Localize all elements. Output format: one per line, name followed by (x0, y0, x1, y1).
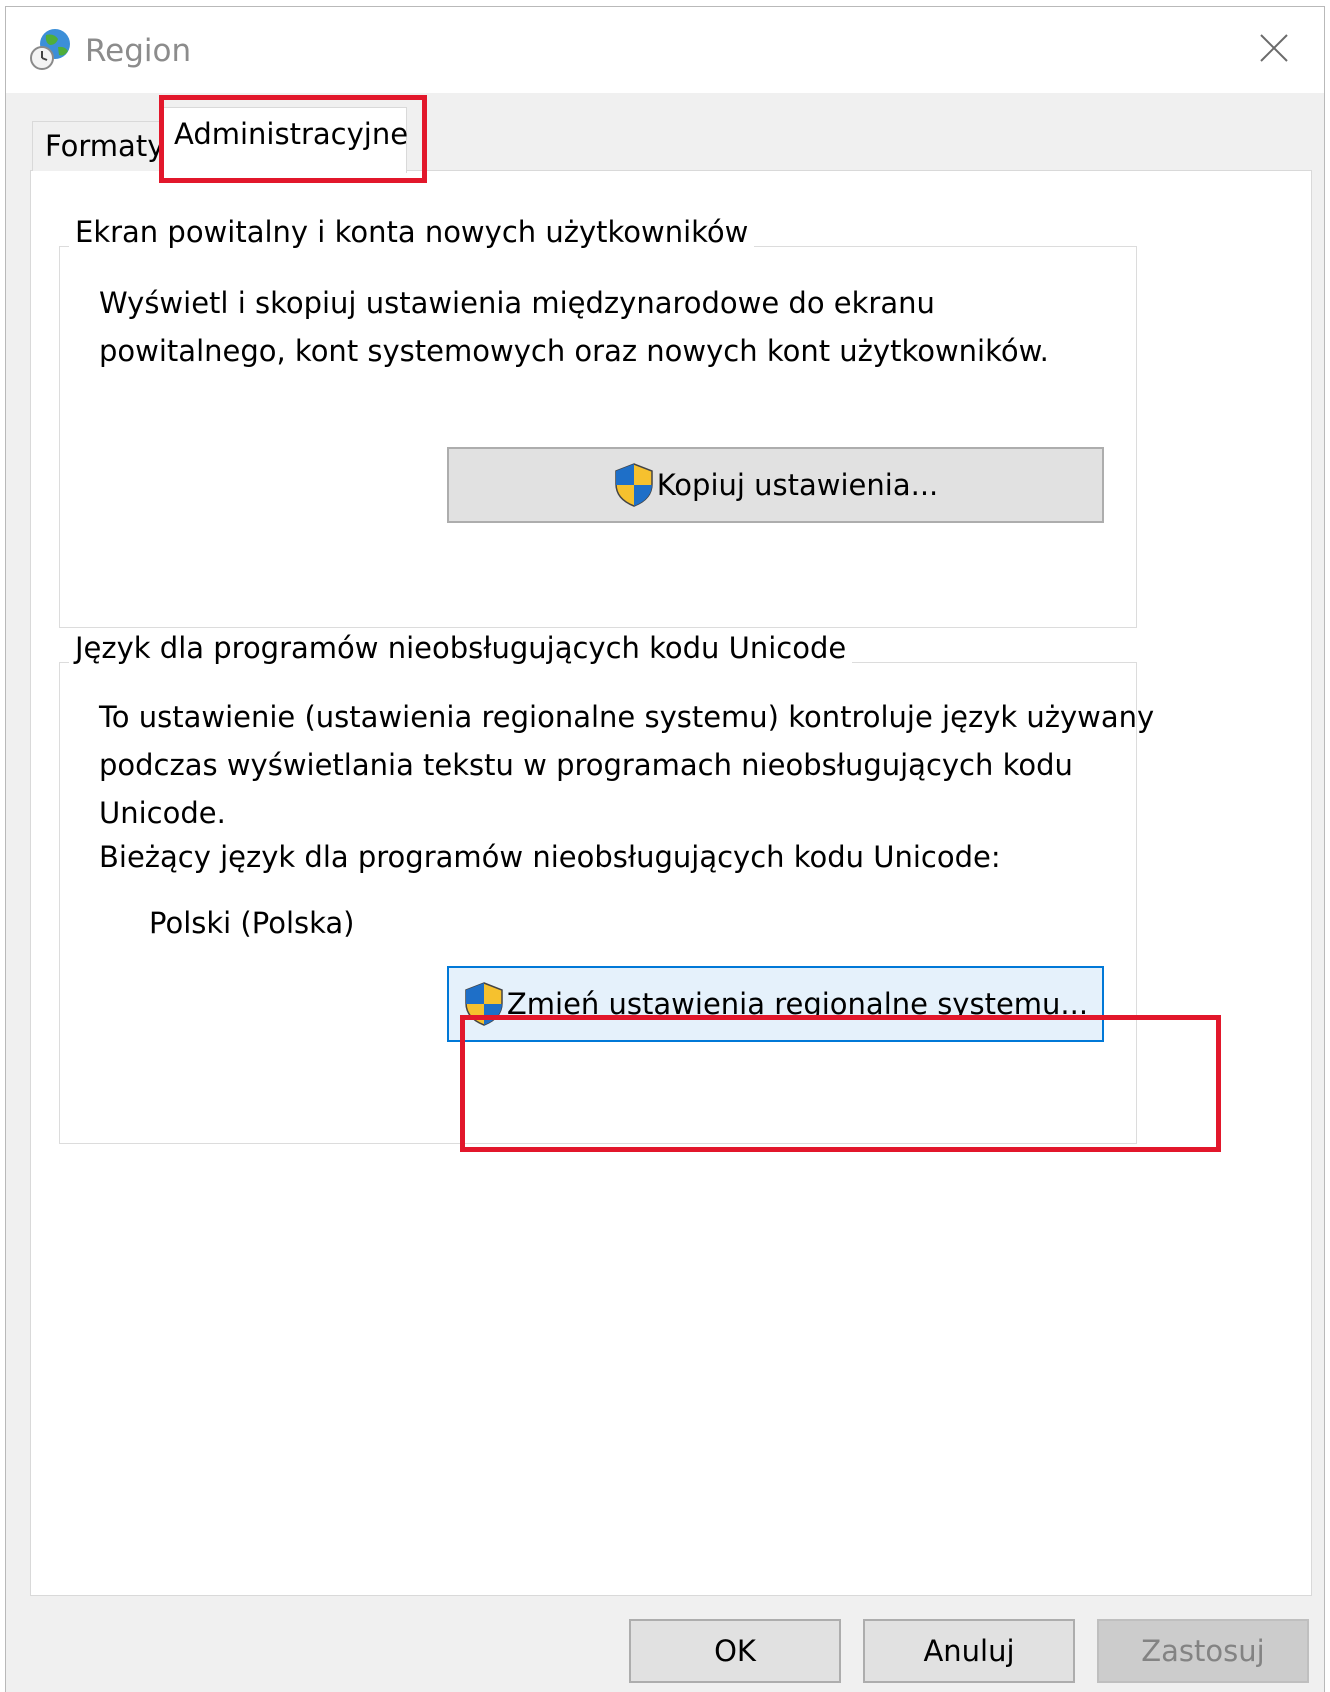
tab-panel: Ekran powitalny i konta nowych użytkowni… (30, 170, 1312, 1596)
current-language-label: Bieżący język dla programów nieobsługują… (99, 840, 1001, 874)
title-bar: Region (6, 7, 1324, 93)
copy-settings-label: Kopiuj ustawienia... (656, 468, 939, 502)
cancel-button[interactable]: Anuluj (863, 1619, 1075, 1683)
tab-formaty-label: Formaty (45, 129, 165, 163)
unicode-description-line: podczas wyświetlania tekstu w programach… (99, 748, 1073, 782)
welcome-description-line: Wyświetl i skopiuj ustawienia międzynaro… (99, 286, 935, 320)
apply-label: Zastosuj (1141, 1634, 1265, 1668)
welcome-group-title: Ekran powitalny i konta nowych użytkowni… (69, 214, 755, 250)
ok-button[interactable]: OK (629, 1619, 841, 1683)
copy-settings-button[interactable]: Kopiuj ustawienia... (447, 447, 1104, 523)
welcome-description: Wyświetl i skopiuj ustawienia międzynaro… (99, 279, 1049, 375)
cancel-label: Anuluj (923, 1634, 1015, 1668)
welcome-description-line: powitalnego, kont systemowych oraz nowyc… (99, 334, 1049, 368)
unicode-description-line: Unicode. (99, 796, 226, 830)
close-button[interactable] (1224, 7, 1324, 93)
tab-highlight-annotation (159, 95, 427, 183)
unicode-description-line: To ustawienie (ustawienia regionalne sys… (99, 700, 1155, 734)
ok-label: OK (714, 1634, 756, 1668)
unicode-description: To ustawienie (ustawienia regionalne sys… (99, 693, 1154, 837)
globe-clock-icon (28, 27, 74, 73)
current-language-value: Polski (Polska) (149, 906, 355, 940)
apply-button[interactable]: Zastosuj (1097, 1619, 1309, 1683)
tab-formaty[interactable]: Formaty (32, 121, 178, 171)
button-highlight-annotation (460, 1015, 1221, 1152)
region-dialog: Region Ekran powitalny i konta nowych uż… (5, 6, 1325, 1692)
close-icon (1259, 33, 1289, 67)
unicode-group-title: Język dla programów nieobsługujących kod… (69, 630, 853, 666)
window-title: Region (85, 33, 192, 69)
uac-shield-icon (613, 462, 655, 508)
